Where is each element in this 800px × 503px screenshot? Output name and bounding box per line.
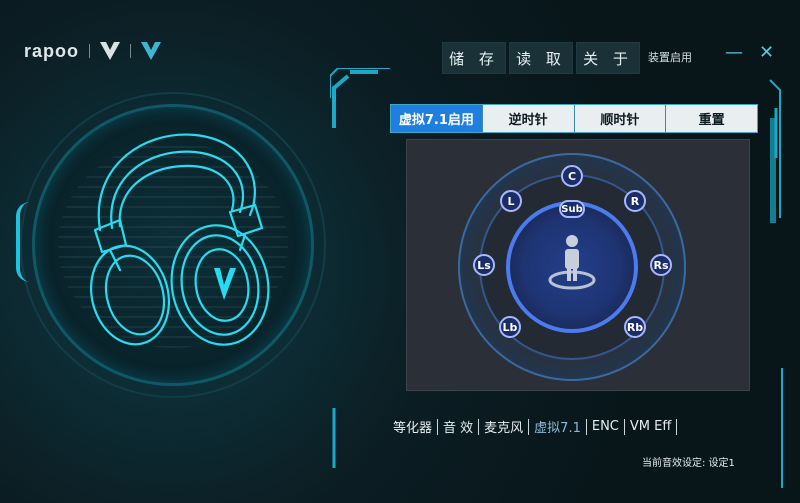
speaker-l[interactable]: L: [500, 190, 522, 212]
speaker-ls[interactable]: Ls: [473, 254, 495, 276]
v-logo-icon: [141, 42, 162, 60]
v-logo-icon: [100, 42, 121, 60]
speaker-sub[interactable]: Sub: [559, 200, 585, 218]
tab-reset[interactable]: 重置: [665, 105, 757, 132]
brand-separator: [130, 44, 132, 58]
surround-panel: C L R Sub Ls Rs Lb Rb: [406, 139, 750, 391]
accent-arc: [16, 202, 30, 282]
brand-logo: rapoo: [24, 40, 80, 61]
scrollbar[interactable]: [770, 118, 776, 223]
speaker-rb[interactable]: Rb: [624, 316, 646, 338]
speaker-r[interactable]: R: [624, 190, 646, 212]
tab-counterclockwise[interactable]: 逆时针: [481, 105, 574, 132]
surround-tabs: 虚拟7.1启用 逆时针 顺时针 重置: [390, 104, 758, 133]
headphones-icon: [89, 133, 270, 346]
nav-microphone[interactable]: 麦克风: [479, 417, 528, 436]
speaker-rs[interactable]: Rs: [650, 254, 672, 276]
tab-virtual71-enable[interactable]: 虚拟7.1启用: [391, 105, 482, 132]
tab-clockwise[interactable]: 顺时针: [573, 105, 666, 132]
window-controls: — ✕: [725, 42, 774, 63]
nav-enc[interactable]: ENC: [587, 419, 624, 434]
bottom-nav: 等化器 音 效 麦克风 虚拟7.1 ENC VM Eff: [388, 417, 678, 436]
nav-sound-effects[interactable]: 音 效: [438, 417, 478, 436]
nav-equalizer[interactable]: 等化器: [388, 417, 437, 436]
current-preset-status: 当前音效设定: 设定1: [642, 458, 735, 469]
minimize-icon[interactable]: —: [725, 42, 743, 63]
device-status: 装置启用: [648, 51, 692, 64]
brand-bar: rapoo: [24, 38, 162, 64]
nav-vm-eff[interactable]: VM Eff: [625, 419, 676, 434]
nav-virtual71[interactable]: 虚拟7.1: [529, 417, 586, 436]
nav-divider: [676, 418, 678, 435]
speaker-c[interactable]: C: [561, 165, 583, 187]
speaker-lb[interactable]: Lb: [499, 316, 521, 338]
brand-separator: [89, 44, 91, 58]
close-icon[interactable]: ✕: [759, 42, 774, 63]
